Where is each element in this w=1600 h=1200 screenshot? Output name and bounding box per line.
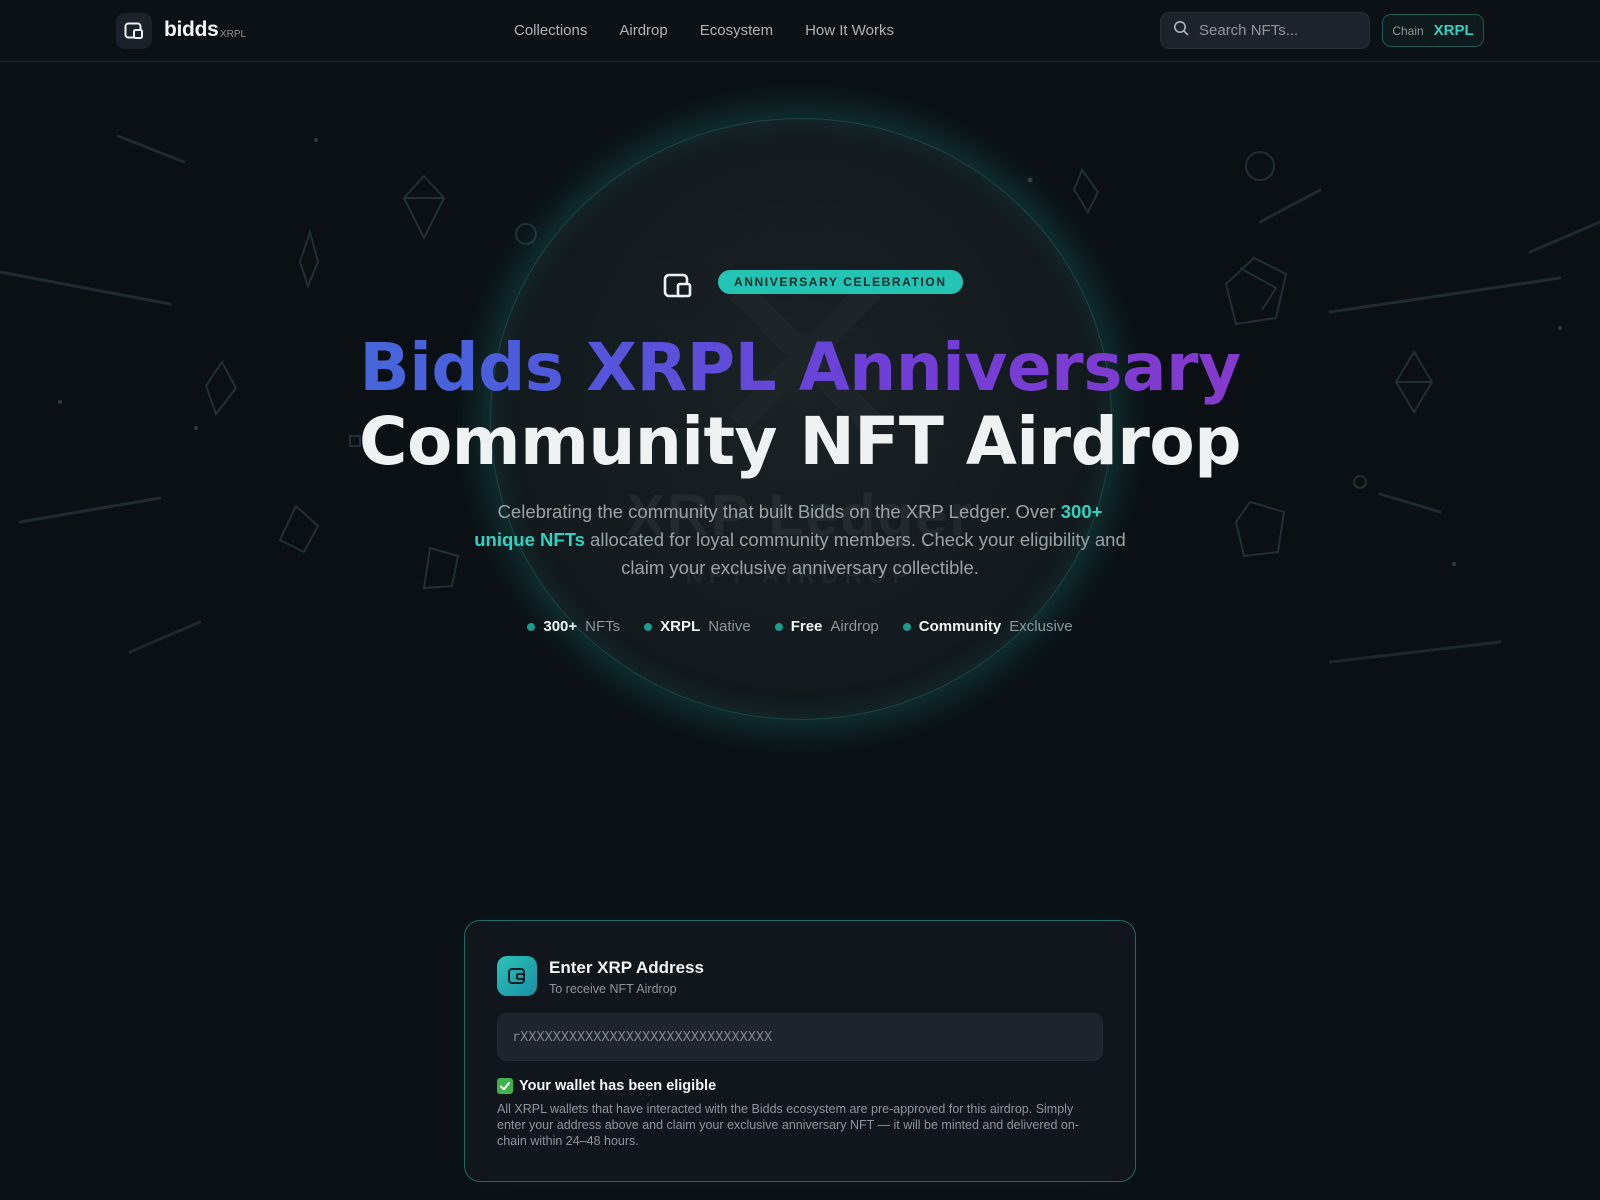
stat-nfts: 300+ NFTs	[527, 618, 620, 635]
stat-value: XRPL	[660, 618, 701, 635]
hero-title-word: Bidds	[359, 329, 564, 406]
hero-title-word: Anniversary	[798, 329, 1241, 406]
chain-value: XRPL	[1433, 22, 1474, 39]
stat-label: Airdrop	[830, 618, 879, 635]
card-title: Enter XRP Address	[549, 958, 704, 977]
stat-value: Community	[918, 618, 1002, 635]
check-icon	[497, 1078, 513, 1094]
hero-title-line2: Community NFT Airdrop	[359, 403, 1241, 480]
chain-selector[interactable]: Chain XRPL	[1382, 14, 1484, 47]
eligibility-status: Your wallet has been eligible	[497, 1078, 716, 1094]
logo-icon[interactable]	[116, 13, 152, 49]
brand-chain-tag: XRPL	[220, 29, 247, 40]
stat-label: Native	[708, 618, 751, 635]
stat-dot	[644, 622, 653, 631]
nav-links: Collections Airdrop Ecosystem How It Wor…	[514, 22, 894, 39]
airdrop-claim-card: Enter XRP Address To receive NFT Airdrop…	[464, 920, 1136, 1182]
stat-label: NFTs	[585, 618, 621, 635]
stat-label: Exclusive	[1009, 618, 1073, 635]
hero-title-word: XRPL	[586, 329, 777, 406]
nav-link-ecosystem[interactable]: Ecosystem	[700, 22, 773, 39]
nav-link-how-it-works[interactable]: How It Works	[805, 22, 894, 39]
brand-name[interactable]: bidds	[164, 18, 219, 42]
stat-dot	[774, 622, 783, 631]
nav-link-collections[interactable]: Collections	[514, 22, 587, 39]
bidds-logo-icon	[650, 258, 706, 314]
xrp-address-input[interactable]	[497, 1013, 1103, 1061]
card-subtitle: To receive NFT Airdrop	[549, 982, 677, 996]
search-box[interactable]	[1160, 12, 1370, 49]
wallet-icon	[497, 956, 537, 996]
hero-subtitle: Celebrating the community that built Bid…	[470, 498, 1130, 582]
search-input[interactable]	[1197, 21, 1361, 40]
stat-value: Free	[790, 618, 823, 635]
hero-section: ✕ XRP Ledger NFT AIRDROP ANNIVERSARY CEL…	[0, 62, 1600, 882]
search-icon	[1173, 20, 1189, 41]
eligibility-description: All XRPL wallets that have interacted wi…	[497, 1102, 1079, 1148]
stat-community: Community Exclusive	[902, 618, 1073, 635]
stat-free: Free Airdrop	[774, 618, 879, 635]
anniversary-badge: ANNIVERSARY CELEBRATION	[718, 270, 963, 294]
top-navigation: bidds XRPL Collections Airdrop Ecosystem…	[0, 0, 1600, 62]
chain-label: Chain	[1392, 23, 1424, 38]
hero-title-line1: Bidds XRPL Anniversary	[0, 326, 1600, 410]
hero-subtitle-text: Celebrating the community that built Bid…	[497, 501, 1061, 522]
stat-value: 300+	[543, 618, 578, 635]
stat-dot	[527, 622, 536, 631]
stat-xrpl: XRPL Native	[644, 618, 751, 635]
hero-subtitle-text: allocated for loyal community members. C…	[584, 529, 1126, 578]
eligibility-text: Your wallet has been eligible	[519, 1078, 717, 1094]
nav-link-airdrop[interactable]: Airdrop	[619, 22, 667, 39]
hero-stats: 300+ NFTs XRPL Native Free Airdrop Commu…	[0, 618, 1600, 635]
stat-dot	[902, 622, 911, 631]
